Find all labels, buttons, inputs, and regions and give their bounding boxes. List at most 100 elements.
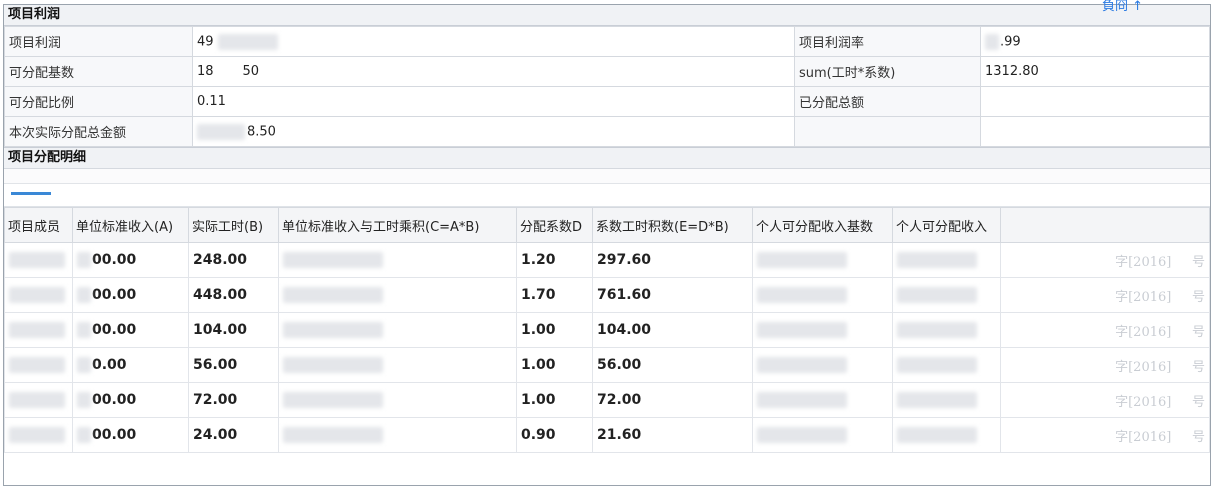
cell-actual-hours: 248.00	[188, 242, 279, 278]
redacted-block	[77, 252, 91, 268]
cell-coefficient: 1.00	[516, 312, 593, 348]
redacted-block	[9, 322, 65, 338]
value-project-profit: 49	[197, 34, 214, 49]
redacted-block	[77, 287, 91, 303]
cell-income-x-hours	[278, 277, 517, 313]
redacted-block	[197, 123, 245, 140]
label-actual-total: 本次实际分配总金额	[4, 116, 193, 147]
col-coef-hours[interactable]: 系数工时积数(E=D*B)	[592, 207, 753, 243]
redacted-block	[757, 287, 847, 303]
tab-indicator[interactable]	[11, 192, 51, 195]
cell-coef-hours: 21.60	[592, 417, 753, 453]
cell-actual-hours: 56.00	[188, 347, 279, 383]
cell-income-x-hours	[278, 347, 517, 383]
redacted-block	[897, 392, 977, 408]
label-project-profit: 项目利润	[4, 26, 193, 57]
cell-coef-hours: 761.60	[592, 277, 753, 313]
table-row[interactable]: 00.00 104.00 1.00 104.00 字[2016] 号	[4, 312, 1210, 348]
cell-actual-hours: 104.00	[188, 312, 279, 348]
redacted-block	[217, 33, 278, 50]
cell-personal-income	[892, 382, 1001, 418]
value-actual-total: 8.50	[247, 124, 276, 139]
table-row[interactable]: 00.00 72.00 1.00 72.00 字[2016] 号	[4, 382, 1210, 418]
cell-actual-hours: 24.00	[188, 417, 279, 453]
redacted-block	[77, 322, 91, 338]
redacted-block	[985, 33, 999, 50]
cell-doc-number: 字[2016] 号	[1000, 347, 1210, 383]
detail-table: 项目成员 单位标准收入(A) 实际工时(B) 单位标准收入与工时乘积(C=A*B…	[4, 207, 1210, 453]
redacted-block	[77, 392, 91, 408]
redacted-block	[9, 287, 65, 303]
cell-unit-income-value: 0.00	[92, 357, 127, 373]
cell-personal-income	[892, 242, 1001, 278]
cell-unit-income: 00.00	[72, 277, 189, 313]
redacted-block	[283, 427, 383, 443]
detail-tabstrip	[4, 184, 1210, 207]
cell-coefficient: 1.70	[516, 277, 593, 313]
cell-actual-hours: 448.00	[188, 277, 279, 313]
label-sum-hours-coef: sum(工时*系数)	[794, 56, 981, 87]
cell-doc-number: 字[2016] 号	[1000, 382, 1210, 418]
detail-section-title: 项目分配明细	[4, 147, 1210, 169]
cell-unit-income-value: 00.00	[92, 427, 137, 443]
redacted-block	[77, 357, 91, 373]
cell-actual-hours: 72.00	[188, 382, 279, 418]
cell-income-x-hours	[278, 242, 517, 278]
cell-unit-income: 00.00	[72, 382, 189, 418]
cell-unit-income: 00.00	[72, 417, 189, 453]
cell-doc-number: 字[2016] 号	[1000, 242, 1210, 278]
cell-personal-base	[752, 347, 893, 383]
cell-unit-income-value: 00.00	[92, 392, 137, 408]
col-unit-income[interactable]: 单位标准收入(A)	[72, 207, 189, 243]
redacted-block	[283, 252, 383, 268]
cell-doc-number: 字[2016] 号	[1000, 312, 1210, 348]
top-link[interactable]: 負冏 ↑	[1102, 0, 1143, 14]
cell-member	[4, 382, 73, 418]
label-distributable-base: 可分配基数	[4, 56, 193, 87]
redacted-block	[757, 427, 847, 443]
col-coefficient[interactable]: 分配系数D	[516, 207, 593, 243]
table-row[interactable]: 00.00 448.00 1.70 761.60 字[2016] 号	[4, 277, 1210, 313]
cell-unit-income: 0.00	[72, 347, 189, 383]
col-actual-hours[interactable]: 实际工时(B)	[188, 207, 279, 243]
cell-unit-income-value: 00.00	[92, 287, 137, 303]
redacted-block	[757, 322, 847, 338]
redacted-block	[9, 357, 65, 373]
redacted-block	[897, 252, 977, 268]
cell-income-x-hours	[278, 417, 517, 453]
table-row[interactable]: 00.00 248.00 1.20 297.60 字[2016] 号	[4, 242, 1210, 278]
cell-personal-base	[752, 277, 893, 313]
detail-header-row: 项目成员 单位标准收入(A) 实际工时(B) 单位标准收入与工时乘积(C=A*B…	[4, 207, 1210, 243]
col-personal-base[interactable]: 个人可分配收入基数	[752, 207, 893, 243]
cell-coefficient: 1.00	[516, 347, 593, 383]
redacted-block	[77, 427, 91, 443]
cell-personal-base	[752, 382, 893, 418]
redacted-block	[283, 322, 383, 338]
cell-unit-income: 00.00	[72, 242, 189, 278]
summary-row: 可分配基数 18 50 sum(工时*系数) 1312.80	[4, 56, 1210, 87]
cell-member	[4, 417, 73, 453]
value-sum-hours-coef: 1312.80	[980, 56, 1210, 87]
redacted-block	[9, 252, 65, 268]
value-profit-rate: .99	[1000, 34, 1021, 49]
cell-member	[4, 347, 73, 383]
redacted-block	[9, 392, 65, 408]
redacted-block	[283, 392, 383, 408]
cell-personal-base	[752, 417, 893, 453]
table-row[interactable]: 00.00 24.00 0.90 21.60 字[2016] 号	[4, 417, 1210, 453]
col-member[interactable]: 项目成员	[4, 207, 73, 243]
cell-income-x-hours	[278, 312, 517, 348]
label-profit-rate: 项目利润率	[794, 26, 981, 57]
cell-coef-hours: 104.00	[592, 312, 753, 348]
cell-personal-income	[892, 277, 1001, 313]
cell-doc-number: 字[2016] 号	[1000, 277, 1210, 313]
col-extra	[1000, 207, 1210, 243]
col-income-x-hours[interactable]: 单位标准收入与工时乘积(C=A*B)	[278, 207, 517, 243]
label-distributable-ratio: 可分配比例	[4, 86, 193, 117]
redacted-block	[757, 252, 847, 268]
col-personal-income[interactable]: 个人可分配收入	[892, 207, 1001, 243]
cell-personal-income	[892, 312, 1001, 348]
summary-section-title: 项目利润	[4, 5, 1210, 26]
table-row[interactable]: 0.00 56.00 1.00 56.00 字[2016] 号	[4, 347, 1210, 383]
cell-member	[4, 277, 73, 313]
